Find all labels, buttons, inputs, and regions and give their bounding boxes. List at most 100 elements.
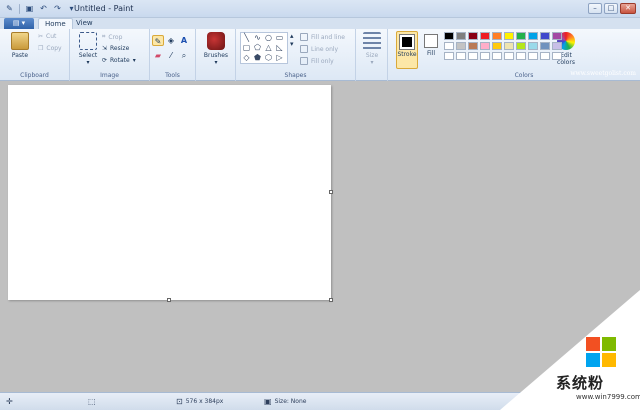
copy-button[interactable]: ❐ Copy (38, 45, 62, 52)
color-swatch[interactable] (456, 32, 466, 40)
outline-label: Fill and line (311, 33, 345, 41)
size-label: Size (365, 52, 379, 59)
color-swatch[interactable] (480, 42, 490, 50)
rotate-button[interactable]: ⟳ Rotate ▾ (102, 57, 136, 64)
color-swatch[interactable] (552, 52, 562, 60)
color-swatch[interactable] (552, 32, 562, 40)
outline-option[interactable]: Fill and line (300, 33, 345, 41)
oval-shape-icon[interactable]: ○ (263, 33, 274, 43)
tab-view[interactable]: View (70, 18, 99, 29)
resize-label: Resize (110, 45, 130, 52)
redo-icon[interactable]: ↷ (52, 3, 63, 14)
line-shape-icon[interactable]: ╲ (241, 33, 252, 43)
color-swatch[interactable] (492, 32, 502, 40)
window-controls: – □ ✕ (588, 3, 636, 14)
select-label: Select (78, 52, 98, 59)
minimize-button[interactable]: – (588, 3, 602, 14)
rectangle-shape-icon[interactable]: ▭ (274, 33, 285, 43)
color-swatch[interactable] (504, 52, 514, 60)
color-swatch[interactable] (480, 32, 490, 40)
select-button[interactable]: Select ▾ (76, 32, 100, 66)
rotate-icon: ⟳ (102, 57, 108, 64)
color-swatch[interactable] (456, 42, 466, 50)
eraser-icon[interactable]: ▰ (152, 50, 164, 61)
color-swatch[interactable] (528, 32, 538, 40)
color-swatch[interactable] (552, 42, 562, 50)
polygon-shape-icon[interactable]: ⬠ (252, 43, 263, 53)
color-swatch[interactable] (516, 32, 526, 40)
color-swatch[interactable] (540, 32, 550, 40)
triangle-shape-icon[interactable]: △ (263, 43, 274, 53)
color-swatch[interactable] (540, 52, 550, 60)
maximize-button[interactable]: □ (604, 3, 618, 14)
brushes-button[interactable]: Brushes ▾ (202, 32, 230, 66)
shapes-gallery[interactable]: ╲ ∿ ○ ▭ ▢ ⬠ △ ◺ ◇ ⬟ ⬡ ▷ (240, 32, 288, 64)
size-button[interactable]: Size ▾ (360, 32, 384, 66)
tab-home[interactable]: Home (38, 18, 73, 29)
window-title: Untitled - Paint (74, 4, 134, 13)
outline-icon (300, 33, 308, 41)
tools-group: ✎ ◈ A ▰ ⁄ ⌕ Tools (150, 29, 196, 81)
resize-handle-corner[interactable] (329, 298, 333, 302)
stroke-color-button[interactable]: Stroke (396, 31, 418, 69)
image-group-label: Image (100, 72, 119, 79)
color-picker-icon[interactable]: ⁄ (165, 50, 177, 61)
crop-label: Crop (108, 33, 123, 41)
resize-handle-right[interactable] (329, 190, 333, 194)
line-only-option[interactable]: Line only (300, 45, 338, 53)
fill-bucket-icon[interactable]: ◈ (165, 35, 177, 46)
color-swatch[interactable] (468, 52, 478, 60)
resize-button[interactable]: ⇲ Resize (102, 45, 129, 52)
quick-access-toolbar: ✎ ▣ ↶ ↷ ▾ (4, 3, 77, 15)
disk-icon: ▣ (264, 397, 272, 406)
drawing-canvas[interactable] (8, 85, 331, 300)
line-width-icon (363, 32, 381, 50)
logo-tile-red (586, 337, 600, 351)
color-swatch[interactable] (504, 42, 514, 50)
arrow-shape-icon[interactable]: ▷ (274, 53, 285, 63)
color-swatch[interactable] (516, 42, 526, 50)
color-swatch[interactable] (528, 42, 538, 50)
windows-logo-icon (586, 337, 616, 367)
diamond-shape-icon[interactable]: ◇ (241, 53, 252, 63)
color-swatch[interactable] (504, 32, 514, 40)
save-icon[interactable]: ▣ (24, 3, 35, 14)
paint-app-icon[interactable]: ✎ (4, 3, 15, 14)
close-button[interactable]: ✕ (620, 3, 636, 14)
color-swatch[interactable] (540, 42, 550, 50)
color-swatch[interactable] (492, 52, 502, 60)
text-tool-icon[interactable]: A (178, 35, 190, 46)
fill-only-option[interactable]: Fill only (300, 57, 334, 65)
resize-handle-bottom[interactable] (167, 298, 171, 302)
crosshair-icon: ✛ (6, 397, 13, 406)
color-swatch[interactable] (516, 52, 526, 60)
color-swatch[interactable] (444, 32, 454, 40)
rounded-rect-shape-icon[interactable]: ▢ (241, 43, 252, 53)
color-swatch[interactable] (456, 52, 466, 60)
shapes-scroll-button[interactable]: ▴ ▾ (290, 32, 294, 48)
color-swatch[interactable] (492, 42, 502, 50)
color-swatch[interactable] (444, 42, 454, 50)
cut-button[interactable]: ✂ Cut (38, 33, 56, 40)
copy-icon: ❐ (38, 45, 44, 52)
pencil-icon[interactable]: ✎ (152, 35, 164, 46)
hexagon-shape-icon[interactable]: ⬡ (263, 53, 274, 63)
cut-label: Cut (46, 33, 57, 40)
undo-icon[interactable]: ↶ (38, 3, 49, 14)
pentagon-shape-icon[interactable]: ⬟ (252, 53, 263, 63)
paint-menu-button[interactable]: ▤ ▾ (4, 18, 34, 29)
clipboard-icon (11, 32, 29, 50)
selection-icon: ⬚ (88, 397, 96, 406)
color-swatch[interactable] (444, 52, 454, 60)
color-swatch[interactable] (480, 52, 490, 60)
color-swatch[interactable] (468, 42, 478, 50)
curve-shape-icon[interactable]: ∿ (252, 33, 263, 43)
right-triangle-shape-icon[interactable]: ◺ (274, 43, 285, 53)
paste-button[interactable]: Paste (8, 32, 32, 59)
magnifier-icon[interactable]: ⌕ (178, 50, 190, 61)
size-group: Size ▾ (356, 29, 388, 81)
color-swatch[interactable] (528, 52, 538, 60)
crop-button[interactable]: ⌗ Crop (102, 33, 122, 41)
fill-color-button[interactable]: Fill (421, 31, 441, 69)
color-swatch[interactable] (468, 32, 478, 40)
